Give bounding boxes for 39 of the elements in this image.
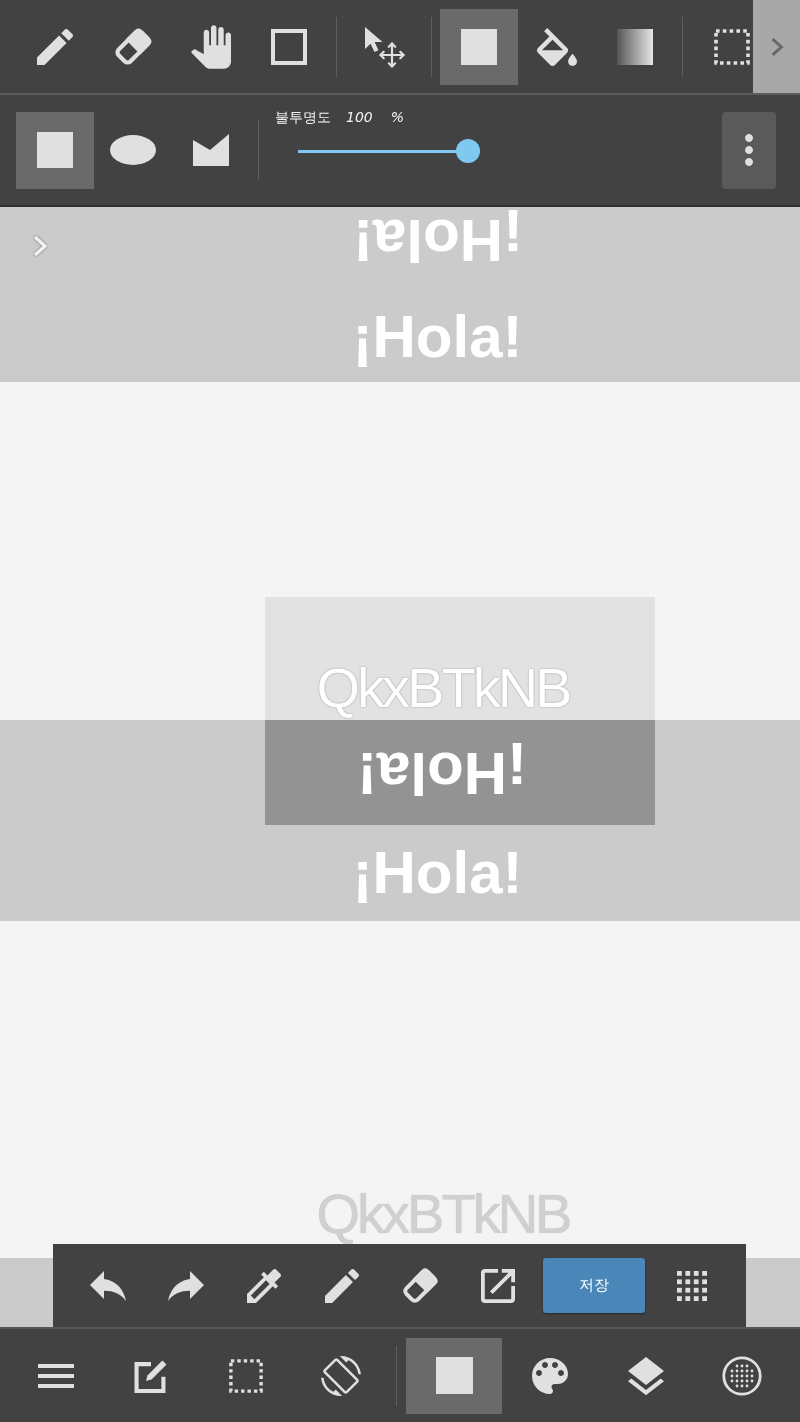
pen-icon (325, 1268, 359, 1303)
more-button[interactable] (722, 111, 776, 189)
color-button[interactable] (406, 1337, 502, 1414)
eyedropper-icon (247, 1268, 281, 1303)
pen-icon (37, 28, 73, 65)
save-button[interactable]: 저장 (543, 1258, 645, 1313)
opacity-value: 100 (346, 108, 373, 127)
menu-icon (37, 1363, 74, 1388)
opacity-label: 불투명도 (275, 108, 331, 127)
layers-icon (628, 1356, 664, 1395)
rectangle-shape-button[interactable] (16, 111, 94, 189)
dotted-square-icon (228, 1358, 263, 1393)
ellipse-icon (110, 135, 156, 165)
polygon-icon (193, 134, 229, 166)
export-icon (481, 1268, 515, 1303)
paint-bucket-icon (537, 27, 577, 66)
square-outline-icon (271, 28, 307, 65)
filled-square-icon (435, 1357, 473, 1394)
dotted-circle-icon (722, 1355, 762, 1396)
eraser-icon (113, 26, 153, 67)
gradient-icon (617, 28, 653, 65)
dotted-square-icon (714, 28, 750, 65)
more-vertical-icon (745, 134, 753, 166)
rotate-icon (320, 1355, 361, 1396)
filled-square-icon (37, 132, 73, 168)
chevron-right-icon (769, 35, 784, 58)
eraser-icon (401, 1266, 439, 1305)
slider-thumb[interactable] (456, 139, 480, 163)
filled-square-icon (461, 28, 497, 65)
edit-square-icon (133, 1358, 168, 1393)
pointer-move-icon (363, 25, 405, 68)
upside-down-text: ¡Hola! (357, 739, 527, 806)
dot-grid-icon (677, 1270, 707, 1301)
fill-tool-button[interactable] (440, 8, 518, 85)
palette-icon (532, 1357, 568, 1394)
opacity-unit: % (390, 108, 405, 127)
hand-icon (191, 24, 231, 69)
redo-icon (168, 1270, 204, 1301)
undo-icon (90, 1270, 126, 1301)
